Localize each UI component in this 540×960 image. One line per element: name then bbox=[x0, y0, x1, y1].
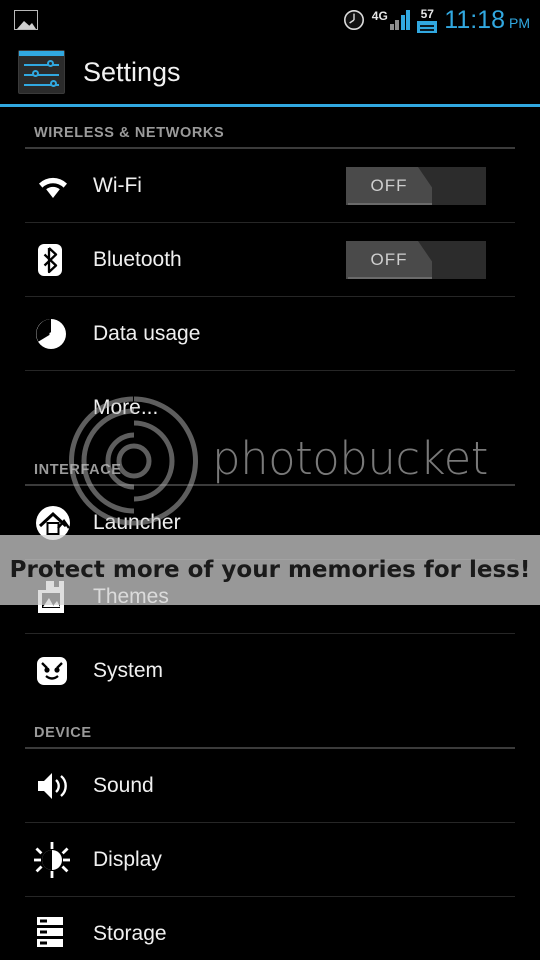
gallery-icon bbox=[14, 10, 38, 30]
sound-speaker-icon bbox=[34, 769, 80, 803]
clock-ampm: PM bbox=[509, 14, 530, 31]
settings-row-label: Sound bbox=[93, 773, 154, 797]
section-header-device: DEVICE bbox=[34, 725, 92, 741]
wifi-icon bbox=[34, 171, 80, 201]
settings-row-sound[interactable]: Sound bbox=[0, 749, 540, 822]
settings-list[interactable]: WIRELESS & NETWORKS Wi-Fi OFF Bluetooth … bbox=[0, 107, 540, 960]
launcher-home-icon bbox=[34, 504, 80, 542]
settings-row-data-usage[interactable]: Data usage bbox=[0, 297, 540, 370]
battery-level-label: 57 bbox=[420, 6, 434, 21]
settings-row-label: Wi-Fi bbox=[93, 173, 142, 197]
themes-picture-icon bbox=[34, 579, 80, 615]
data-usage-icon bbox=[34, 317, 80, 351]
settings-row-launcher[interactable]: Launcher bbox=[0, 486, 540, 559]
settings-row-label: Themes bbox=[93, 584, 169, 608]
status-bar-notifications bbox=[0, 10, 38, 30]
settings-row-label: Launcher bbox=[93, 510, 181, 534]
section-header-interface: INTERFACE bbox=[34, 462, 122, 478]
bluetooth-toggle[interactable]: OFF bbox=[346, 240, 486, 279]
settings-row-wifi[interactable]: Wi-Fi OFF bbox=[0, 149, 540, 222]
status-bar: 4G 57 11:18 PM bbox=[0, 0, 540, 40]
battery-indicator: 57 bbox=[417, 6, 438, 33]
storage-disks-icon bbox=[34, 916, 80, 952]
settings-row-display[interactable]: Display bbox=[0, 823, 540, 896]
wifi-toggle-label: OFF bbox=[370, 175, 408, 195]
phone-screen: 4G 57 11:18 PM Settings WIRELESS & NETWO… bbox=[0, 0, 540, 960]
bluetooth-toggle-label: OFF bbox=[370, 249, 408, 269]
signal-bars-icon bbox=[389, 10, 411, 30]
battery-icon bbox=[417, 20, 438, 33]
app-header: Settings bbox=[0, 40, 540, 104]
display-brightness-icon bbox=[34, 841, 80, 878]
settings-row-themes[interactable]: Themes bbox=[0, 560, 540, 633]
settings-row-storage[interactable]: Storage bbox=[0, 897, 540, 960]
bluetooth-icon bbox=[34, 242, 80, 278]
network-type-label: 4G bbox=[371, 9, 388, 23]
android-system-icon bbox=[34, 655, 80, 687]
settings-row-system[interactable]: System bbox=[0, 634, 540, 707]
settings-row-label: System bbox=[93, 658, 164, 682]
settings-row-more[interactable]: More... bbox=[0, 371, 540, 444]
settings-row-label: Bluetooth bbox=[93, 247, 182, 271]
settings-row-bluetooth[interactable]: Bluetooth OFF bbox=[0, 223, 540, 296]
settings-row-label: Storage bbox=[93, 921, 167, 945]
clock-time: 11:18 bbox=[444, 5, 505, 34]
wifi-toggle[interactable]: OFF bbox=[346, 166, 486, 205]
analog-clock-icon bbox=[343, 9, 365, 31]
section-header-wireless: WIRELESS & NETWORKS bbox=[34, 125, 225, 141]
status-bar-clock: 11:18 PM bbox=[444, 5, 530, 34]
settings-row-label: Display bbox=[93, 847, 162, 871]
settings-row-label: More... bbox=[93, 395, 159, 419]
status-bar-system-icons: 4G 57 11:18 PM bbox=[343, 0, 530, 40]
signal-indicator: 4G bbox=[372, 10, 411, 30]
settings-row-label: Data usage bbox=[93, 321, 201, 345]
page-title: Settings bbox=[83, 56, 181, 87]
settings-sliders-icon bbox=[18, 50, 65, 94]
